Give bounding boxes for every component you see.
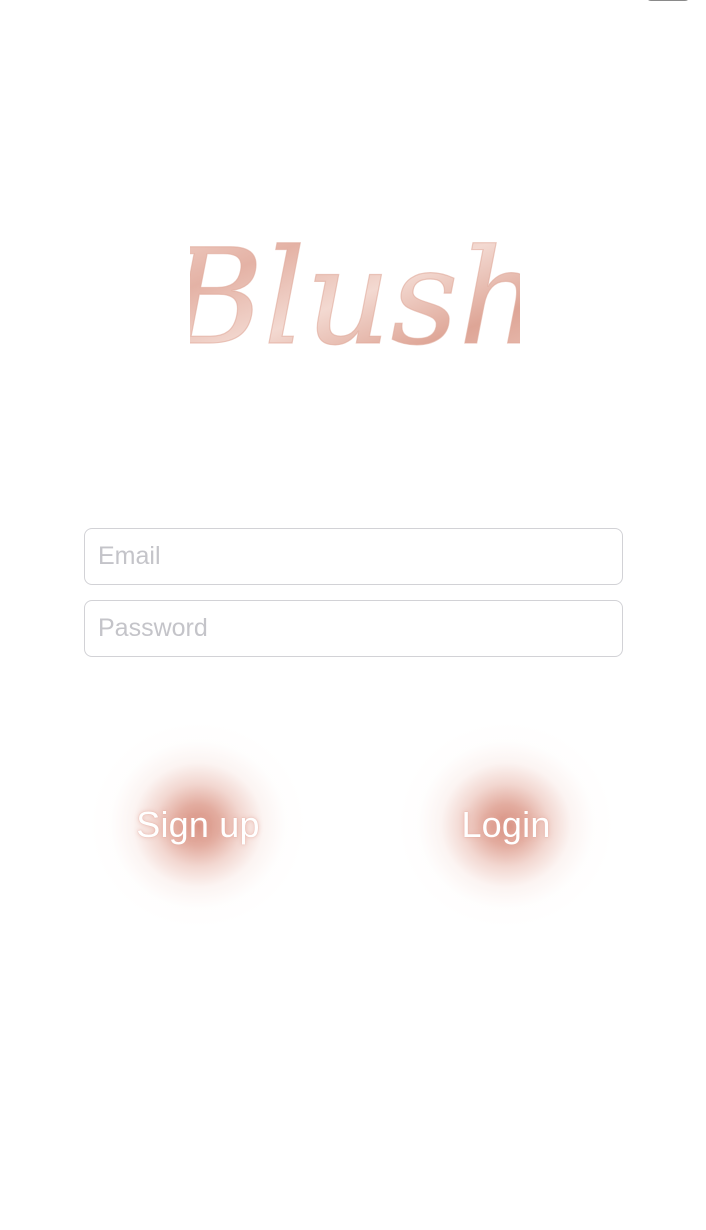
status-indicator xyxy=(646,0,690,1)
login-button[interactable]: Login xyxy=(396,720,616,930)
logo-text: Blush xyxy=(190,221,520,365)
password-field[interactable] xyxy=(84,600,623,657)
blush-logo: Blush xyxy=(190,205,520,365)
sign-up-label: Sign up xyxy=(136,804,260,845)
email-field[interactable] xyxy=(84,528,623,585)
sign-up-button[interactable]: Sign up xyxy=(88,720,308,930)
login-label: Login xyxy=(461,804,551,845)
